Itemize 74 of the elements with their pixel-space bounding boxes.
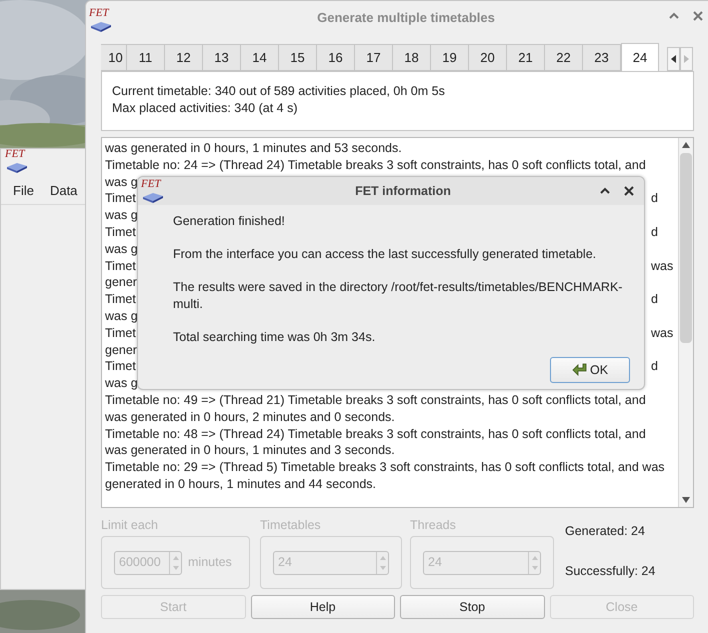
log-text: was g — [105, 207, 138, 224]
tab[interactable]: 10 — [101, 44, 127, 71]
log-text: generated in 0 hours, 1 minutes and 44 seconds. — [105, 476, 376, 493]
log-text: d — [651, 291, 658, 308]
counter-text: Generated: 24 — [565, 523, 646, 540]
log-text: was generated in 0 hours, 1 minutes and 3 seconds. — [105, 442, 395, 460]
message-text: From the interface you can access the last successfully generated timetable. — [173, 246, 598, 263]
tab[interactable]: 17 — [355, 44, 393, 71]
status-text: Current timetable: 340 out of 589 activities placed, 0h 0m 5s — [112, 83, 446, 100]
tab[interactable]: 24 — [621, 43, 659, 71]
scroll-left-icon[interactable] — [667, 47, 680, 71]
tab[interactable]: 13 — [203, 44, 241, 71]
log-text: Timet — [105, 258, 136, 274]
tab[interactable]: 15 — [279, 44, 317, 71]
log-text: was g — [105, 375, 138, 392]
tab[interactable]: 21 — [507, 44, 545, 71]
field-label: Timetables — [260, 517, 322, 532]
log-text: was g — [105, 240, 138, 258]
log-text: was g — [105, 308, 138, 325]
log-text: Timetable no: 29 => (Thread 5) Timetable breaks 3 soft constraints, has 0 soft conflicts total, and was — [105, 459, 665, 476]
spin-box: 24 — [273, 550, 389, 574]
tab[interactable]: 18 — [393, 44, 431, 71]
field-label: Threads — [410, 517, 457, 532]
log-text: was — [651, 258, 674, 274]
log-text: gener — [105, 342, 137, 358]
tab[interactable]: 20 — [469, 44, 507, 71]
dialog-title: FET information — [355, 182, 451, 200]
tab[interactable]: 19 — [431, 44, 469, 71]
log-text: d — [651, 224, 658, 241]
unit-label: minutes — [188, 554, 232, 572]
scroll-up-icon[interactable] — [682, 142, 690, 148]
action-button[interactable]: Stop — [400, 595, 544, 619]
action-button[interactable]: Help — [250, 595, 395, 619]
message-text: The results were saved in the directory /root/fet-results/timetables/BENCHMARK-multi. — [173, 279, 624, 313]
menu-item[interactable]: Data — [50, 181, 78, 200]
field-label: Limit each — [101, 517, 159, 532]
close-icon[interactable] — [623, 185, 635, 197]
scrollbar[interactable] — [678, 138, 693, 507]
counter-text: Successfully: 24 — [565, 563, 656, 580]
tab[interactable]: 12 — [165, 44, 203, 71]
log-text: was generated in 0 hours, 2 minutes and 0 seconds. — [105, 408, 395, 426]
return-arrow-icon — [572, 363, 588, 377]
tab[interactable]: 22 — [545, 44, 583, 71]
log-text: gener — [105, 274, 137, 292]
tab[interactable]: 23 — [583, 44, 621, 71]
status-text: Max placed activities: 340 (at 4 s) — [112, 100, 298, 117]
log-text: Timetable no: 24 => (Thread 24) Timetable breaks 3 soft constraints, has 0 soft conflicts total, and — [105, 156, 646, 174]
log-text: Timet — [105, 224, 136, 241]
spin-arrows-icon — [528, 552, 540, 574]
log-text: was generated in 0 hours, 1 minutes and 53 seconds. — [105, 140, 402, 157]
window-title: Generate multiple timetables — [317, 8, 495, 27]
log-text: d — [651, 358, 658, 376]
ok-button[interactable]: OK — [550, 357, 630, 383]
log-text: Timet — [105, 190, 136, 208]
tab[interactable]: 16 — [317, 44, 355, 71]
spin-arrows-icon — [169, 552, 181, 574]
scroll-down-icon[interactable] — [682, 497, 690, 503]
log-text: was — [651, 324, 674, 342]
log-text: was g — [105, 174, 138, 190]
message-text: Generation finished! — [173, 213, 286, 230]
spin-box: 600000 — [114, 550, 182, 574]
log-text: Timetable no: 48 => (Thread 24) Timetable breaks 3 soft constraints, has 0 soft conflicts total, and — [105, 426, 646, 442]
spin-box: 24 — [423, 550, 541, 574]
tab[interactable]: 14 — [241, 44, 279, 71]
log-text: Timet — [105, 291, 136, 308]
menu-item[interactable]: File — [13, 181, 34, 200]
spin-arrows-icon — [376, 552, 388, 574]
log-text: Timetable no: 49 => (Thread 21) Timetable breaks 3 soft constraints, has 0 soft conflicts total, and — [105, 392, 646, 409]
log-text: d — [651, 190, 658, 208]
log-text: Timet — [105, 358, 136, 376]
tab[interactable]: 11 — [127, 44, 165, 71]
message-text: Total searching time was 0h 3m 34s. — [173, 329, 376, 346]
log-text: Timet — [105, 324, 136, 342]
scrollbar-thumb[interactable] — [680, 153, 692, 343]
